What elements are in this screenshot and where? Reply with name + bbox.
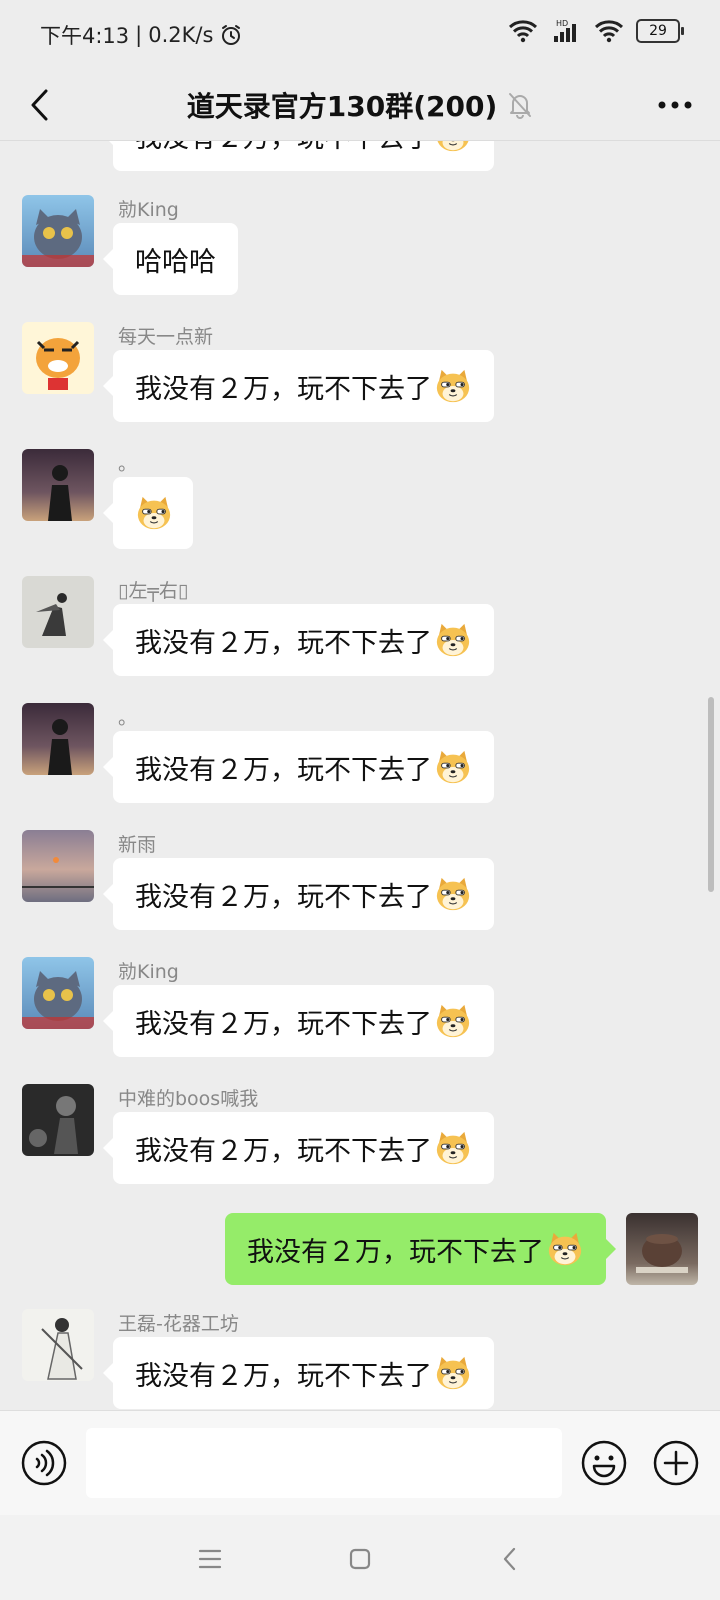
tiger-avatar-icon [36, 338, 80, 390]
self-avatar[interactable] [626, 1213, 698, 1285]
message-input-bar [0, 1410, 720, 1515]
message-bubble[interactable]: 我没有２万，玩不下去了 [103, 1112, 494, 1184]
message-text: 我没有２万，玩不下去了 [135, 627, 432, 659]
hd-signal-icon: HD [554, 19, 576, 42]
wifi-icon [594, 20, 624, 43]
avatar[interactable] [22, 322, 94, 394]
message-bubble[interactable] [103, 477, 193, 549]
person-avatar-icon [48, 719, 72, 775]
menu-icon [198, 1549, 222, 1569]
doge-icon [434, 1129, 472, 1167]
more-button[interactable] [652, 82, 698, 128]
message-text: 我没有２万，玩不下去了 [135, 141, 432, 155]
doge-icon [434, 621, 472, 659]
sender-name: 。 [118, 453, 138, 475]
back-icon [503, 1547, 516, 1571]
status-right: HD 29 [508, 18, 684, 44]
doge-icon [434, 367, 472, 405]
plus-icon[interactable] [652, 1439, 700, 1487]
doge-icon [434, 748, 472, 786]
battery-level: 29 [649, 23, 667, 39]
sender-name: 王磊-花器工坊 [118, 1313, 239, 1335]
chat-message-list[interactable]: 我没有２万，玩不下去了 勍King 哈哈哈 [0, 141, 720, 1410]
sender-name: 勍King [118, 961, 179, 983]
message-text: 我没有２万，玩不下去了 [247, 1236, 544, 1268]
sender-name: 中难的boos喊我 [118, 1088, 259, 1110]
sender-name: ▯左╤右▯ [118, 580, 189, 602]
battery-icon: 29 [636, 19, 684, 43]
cat-avatar-icon [22, 971, 94, 1029]
teapot-avatar-icon [636, 1234, 688, 1273]
message-bubble[interactable]: 我没有２万，玩不下去了 [103, 141, 494, 171]
message-text: 我没有２万，玩不下去了 [135, 1008, 432, 1040]
nav-back-button[interactable] [488, 1537, 532, 1581]
chat-header: 道天录官方130群(200) [0, 70, 720, 141]
message-text: 哈哈哈 [135, 246, 216, 278]
network-speed: 0.2K/s [148, 23, 214, 47]
chat-title: 道天录官方130群(200) [186, 90, 498, 123]
message-bubble[interactable]: 我没有２万，玩不下去了 [103, 1337, 494, 1409]
wifi-icon [508, 20, 538, 43]
scrollbar[interactable] [708, 697, 714, 892]
avatar[interactable] [22, 957, 94, 1029]
system-nav-bar [0, 1515, 720, 1600]
status-left: 下午4:13 | 0.2K/s [40, 20, 243, 50]
message-bubble[interactable]: 我没有２万，玩不下去了 [103, 858, 494, 930]
nav-home-button[interactable] [338, 1537, 382, 1581]
message-bubble[interactable]: 我没有２万，玩不下去了 [103, 350, 494, 422]
doge-icon [135, 494, 173, 532]
sender-name: 。 [118, 707, 138, 729]
message-bubble-self[interactable]: 我没有２万，玩不下去了 [225, 1213, 616, 1285]
sender-name: 每天一点新 [118, 326, 214, 348]
svg-text:HD: HD [556, 19, 568, 28]
status-separator: | [135, 23, 143, 47]
doge-icon [434, 1002, 472, 1040]
home-icon [349, 1548, 371, 1570]
ink-figure-avatar-icon [41, 1318, 83, 1380]
swordsman-avatar-icon [36, 593, 67, 636]
doge-icon [434, 1354, 472, 1392]
message-text: 我没有２万，玩不下去了 [135, 1135, 432, 1167]
message-text: 我没有２万，玩不下去了 [135, 373, 432, 405]
voice-icon[interactable] [20, 1439, 68, 1487]
sender-name: 新雨 [118, 834, 157, 856]
message-bubble[interactable]: 哈哈哈 [103, 223, 238, 295]
sender-name: 勍King [118, 199, 179, 221]
nav-menu-button[interactable] [188, 1537, 232, 1581]
avatar[interactable] [22, 703, 94, 775]
message-bubble[interactable]: 我没有２万，玩不下去了 [103, 731, 494, 803]
message-bubble[interactable]: 我没有２万，玩不下去了 [103, 985, 494, 1057]
status-bar: 下午4:13 | 0.2K/s HD 29 [0, 0, 720, 70]
status-time: 下午4:13 [40, 24, 130, 48]
avatar[interactable] [22, 1084, 94, 1156]
avatar[interactable] [22, 1309, 94, 1381]
avatar[interactable] [22, 830, 94, 902]
alarm-icon [222, 25, 241, 45]
message-text: 我没有２万，玩不下去了 [135, 881, 432, 913]
title-wrap: 道天录官方130群(200) [0, 70, 720, 140]
person-avatar-icon [48, 465, 72, 521]
doge-icon [434, 141, 472, 154]
sketch-avatar-icon [29, 1096, 78, 1154]
cat-avatar-icon [22, 209, 94, 267]
avatar[interactable] [22, 449, 94, 521]
doge-icon [434, 875, 472, 913]
message-input[interactable] [86, 1428, 562, 1498]
emoji-icon[interactable] [580, 1439, 628, 1487]
message-text: 我没有２万，玩不下去了 [135, 1360, 432, 1392]
mute-bell-icon [509, 93, 532, 119]
sunset-avatar-icon [22, 857, 94, 888]
more-icon [658, 101, 692, 109]
doge-icon [546, 1230, 584, 1268]
avatar[interactable] [22, 576, 94, 648]
message-text: 我没有２万，玩不下去了 [135, 754, 432, 786]
message-bubble[interactable]: 我没有２万，玩不下去了 [103, 604, 494, 676]
avatar[interactable] [22, 195, 94, 267]
